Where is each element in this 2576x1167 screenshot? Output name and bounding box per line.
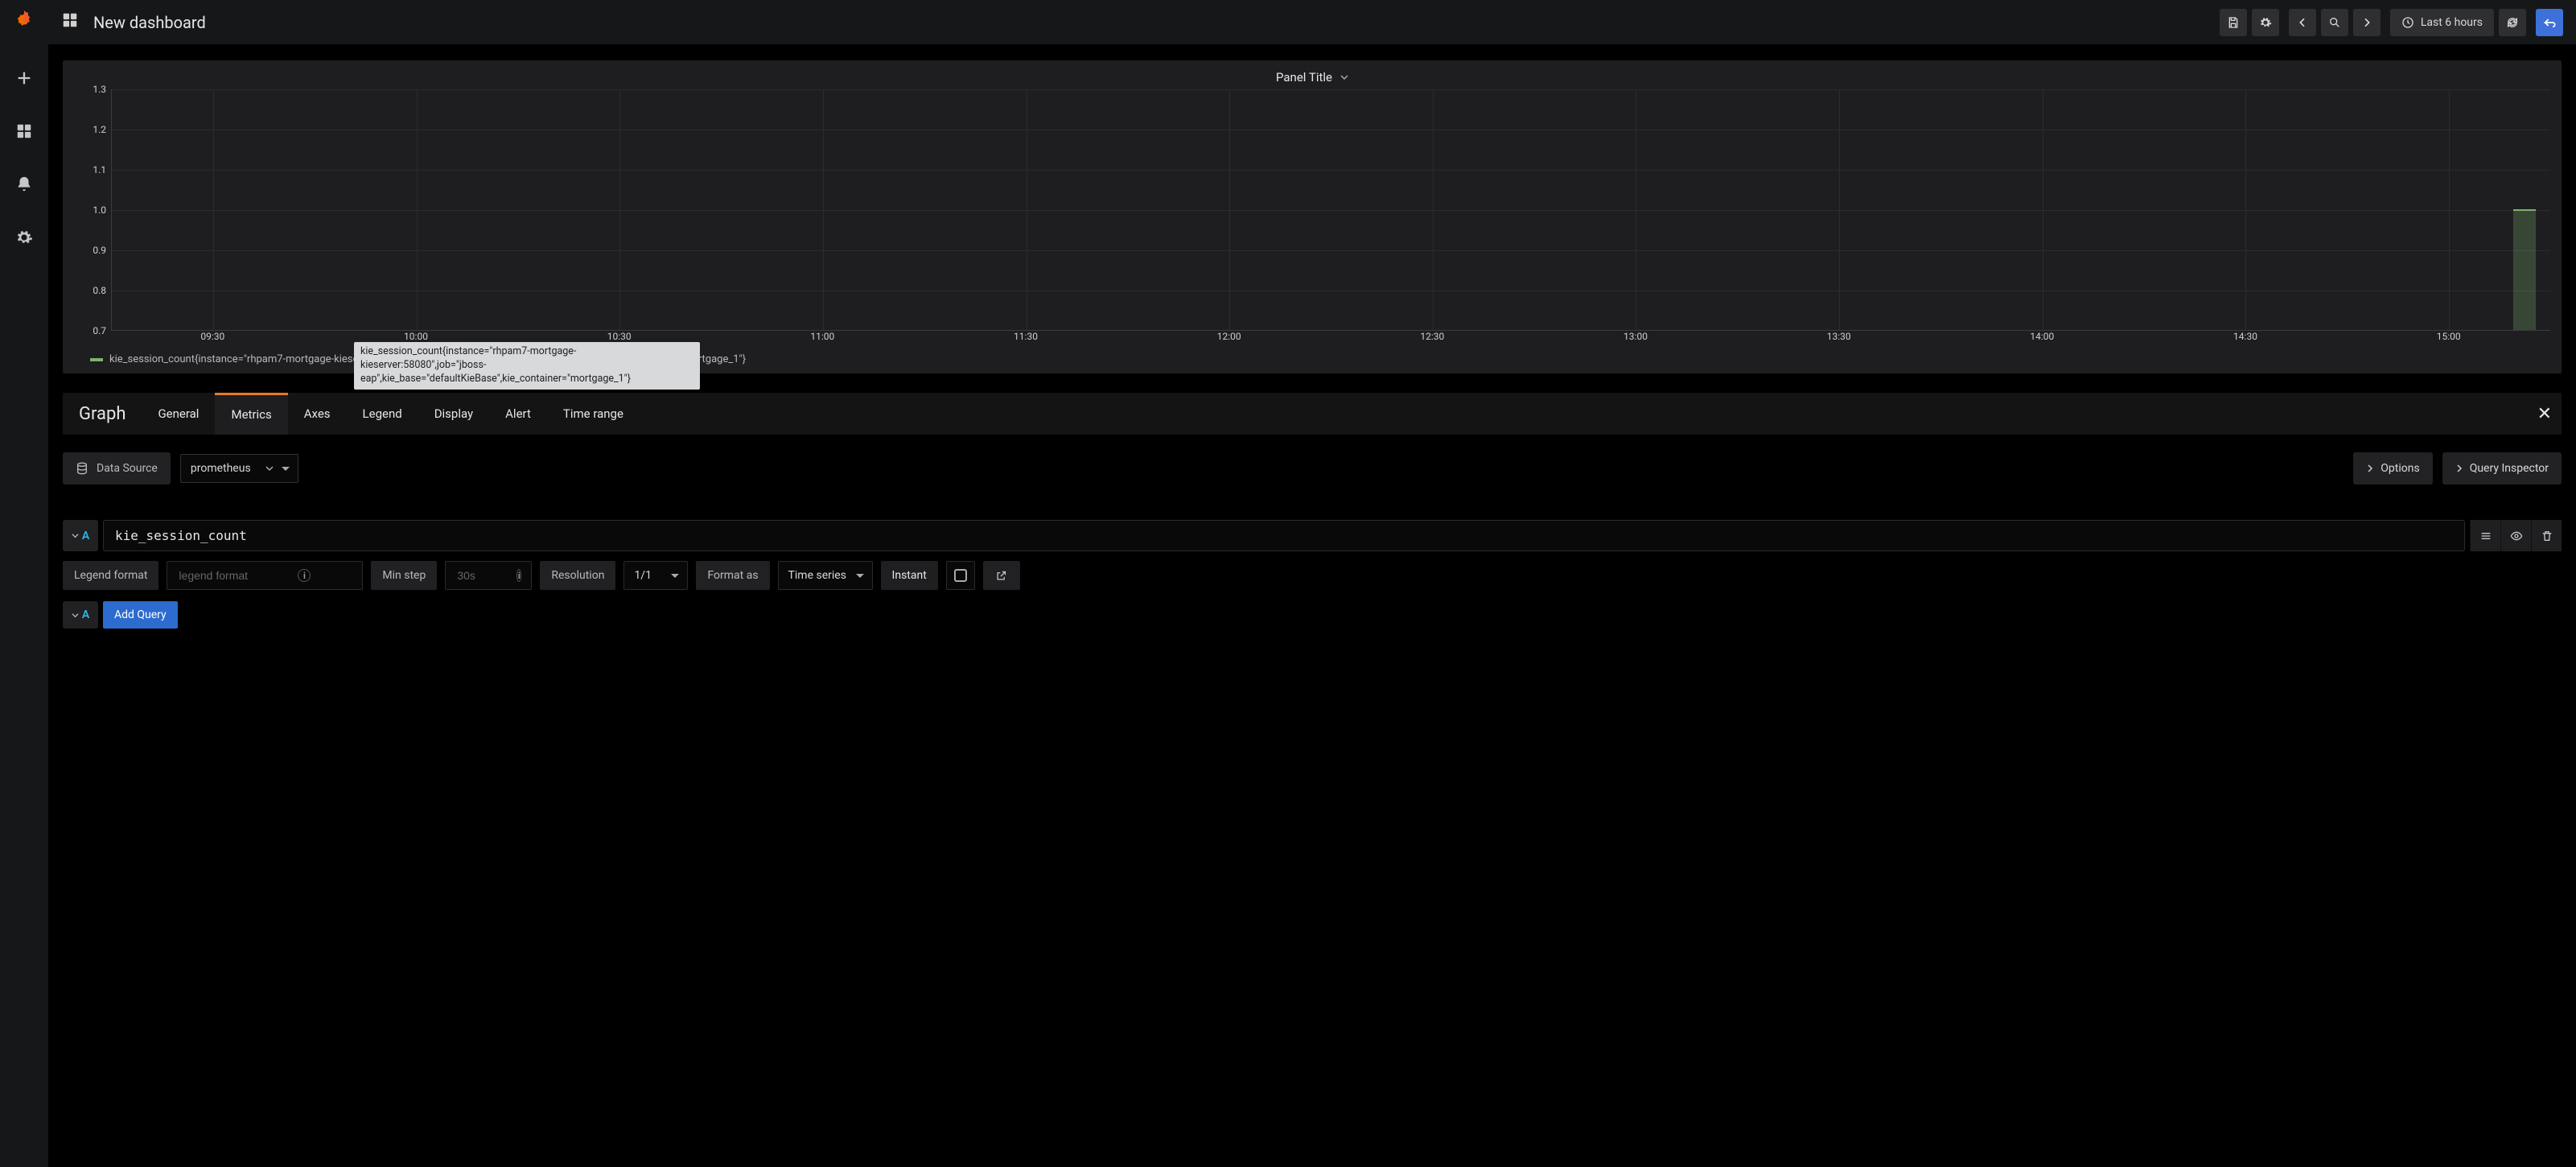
caret-right-icon xyxy=(2455,464,2463,472)
discard-back-button[interactable] xyxy=(2536,9,2563,36)
query-visibility-button[interactable] xyxy=(2500,520,2531,551)
panel-title[interactable]: Panel Title xyxy=(74,67,2550,89)
add-query-button[interactable]: Add Query xyxy=(103,601,178,629)
chevron-down-icon xyxy=(1340,73,1348,81)
query-toggle[interactable]: A xyxy=(63,520,98,551)
top-bar: New dashboard Last 6 hours xyxy=(48,0,2576,44)
tab-metrics[interactable]: Metrics xyxy=(215,393,287,435)
datasource-label: Data Source xyxy=(63,452,171,485)
tab-general[interactable]: General xyxy=(142,393,215,435)
min-step-field[interactable]: i xyxy=(445,561,532,590)
resolution-select[interactable]: 1/1 xyxy=(623,561,688,590)
chevron-down-icon xyxy=(72,612,79,619)
save-button[interactable] xyxy=(2220,9,2247,36)
plot-surface[interactable] xyxy=(111,89,2550,331)
configuration-icon[interactable] xyxy=(10,224,38,251)
close-editor-button[interactable]: ✕ xyxy=(2528,404,2562,424)
dashboard-icon[interactable] xyxy=(61,11,79,33)
dashboards-icon[interactable] xyxy=(10,118,38,145)
left-nav-rail xyxy=(0,0,48,1167)
tab-alert[interactable]: Alert xyxy=(489,393,547,435)
legend-swatch xyxy=(90,358,103,361)
query-delete-button[interactable] xyxy=(2531,520,2562,551)
format-as-select[interactable]: Time series xyxy=(778,561,873,590)
settings-button[interactable] xyxy=(2252,9,2279,36)
zoom-out-button[interactable] xyxy=(2321,9,2348,36)
legend-format-field[interactable]: i xyxy=(167,561,363,590)
dashboard-title[interactable]: New dashboard xyxy=(93,13,206,32)
legend-format-input[interactable] xyxy=(177,568,274,583)
query-options-row: Legend format i Min step i Resolution 1/… xyxy=(63,561,2562,590)
caret-right-icon xyxy=(2366,464,2374,472)
time-range-picker[interactable]: Last 6 hours xyxy=(2390,9,2494,36)
tab-display[interactable]: Display xyxy=(418,393,489,435)
instant-label: Instant xyxy=(881,561,938,590)
legend-format-label: Legend format xyxy=(63,561,158,590)
series-tooltip: kie_session_count{instance="rhpam7-mortg… xyxy=(354,342,700,390)
query-inspector-button[interactable]: Query Inspector xyxy=(2442,452,2562,485)
time-forward-button[interactable] xyxy=(2353,9,2381,36)
help-icon[interactable]: i xyxy=(516,569,521,582)
tab-axes[interactable]: Axes xyxy=(288,393,347,435)
instant-checkbox[interactable] xyxy=(946,561,975,590)
query-row: A kie_session_count xyxy=(63,520,2562,551)
alerting-icon[interactable] xyxy=(10,171,38,198)
panel-editor: Graph GeneralMetricsAxesLegendDisplayAle… xyxy=(63,393,2562,629)
chevron-down-icon xyxy=(72,532,79,539)
grafana-logo[interactable] xyxy=(10,8,38,39)
min-step-input[interactable] xyxy=(455,568,492,583)
datasource-select[interactable]: prometheus xyxy=(180,454,298,483)
external-link-button[interactable] xyxy=(983,561,1020,590)
tab-legend[interactable]: Legend xyxy=(347,393,418,435)
editor-tabs: Graph GeneralMetricsAxesLegendDisplayAle… xyxy=(63,393,2562,435)
time-back-button[interactable] xyxy=(2289,9,2316,36)
help-icon[interactable]: i xyxy=(298,569,311,582)
min-step-label: Min step xyxy=(371,561,437,590)
add-query-toggle[interactable]: A xyxy=(63,601,98,629)
create-icon[interactable] xyxy=(10,64,38,92)
format-as-label: Format as xyxy=(696,561,769,590)
query-input[interactable]: kie_session_count xyxy=(103,520,2465,551)
tab-time-range[interactable]: Time range xyxy=(547,393,640,435)
refresh-button[interactable] xyxy=(2499,9,2526,36)
add-query-row: A Add Query xyxy=(63,601,2562,629)
y-axis: 0.70.80.91.01.11.21.3 xyxy=(74,89,111,328)
chevron-down-icon xyxy=(265,464,274,472)
chart-area[interactable]: 0.70.80.91.01.11.21.3 09:3010:0010:3011:… xyxy=(74,89,2550,350)
graph-panel: Panel Title 0.70.80.91.01.11.21.3 09:301… xyxy=(63,60,2562,373)
resolution-label: Resolution xyxy=(540,561,615,590)
query-menu-button[interactable] xyxy=(2470,520,2500,551)
database-icon xyxy=(76,462,88,475)
editor-heading: Graph xyxy=(63,404,142,424)
query-options-button[interactable]: Options xyxy=(2353,452,2432,485)
